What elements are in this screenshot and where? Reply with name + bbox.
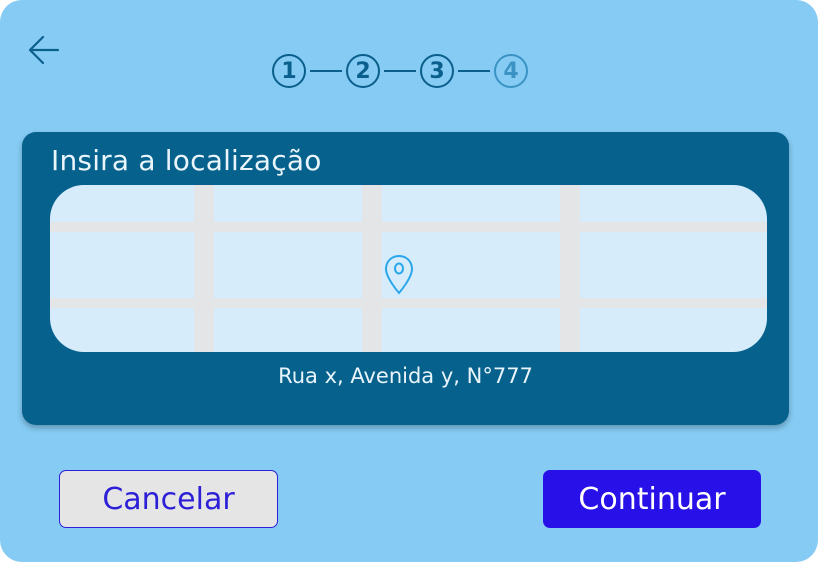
cancel-button[interactable]: Cancelar: [59, 470, 278, 528]
map-street: [50, 222, 767, 232]
card-title: Insira a localização: [51, 144, 322, 177]
step-connector: [384, 70, 416, 72]
location-step-screen: 1 2 3 4 Insira a localização Rua x, Aven…: [0, 0, 818, 562]
step-connector: [310, 70, 342, 72]
progress-stepper: 1 2 3 4: [272, 54, 528, 88]
selected-address: Rua x, Avenida y, N°777: [278, 364, 533, 388]
step-1: 1: [272, 54, 306, 88]
continue-button[interactable]: Continuar: [543, 470, 761, 528]
step-3: 3: [420, 54, 454, 88]
back-button[interactable]: [26, 33, 62, 67]
map-pin-icon[interactable]: [384, 254, 414, 296]
step-connector: [458, 70, 490, 72]
location-map[interactable]: [50, 185, 767, 352]
arrow-left-icon: [28, 35, 60, 65]
map-street: [50, 298, 767, 308]
location-card: Insira a localização Rua x, Avenida y, N…: [22, 132, 789, 425]
map-street: [362, 185, 382, 352]
map-street: [194, 185, 214, 352]
map-street: [560, 185, 580, 352]
step-2: 2: [346, 54, 380, 88]
step-4: 4: [494, 54, 528, 88]
